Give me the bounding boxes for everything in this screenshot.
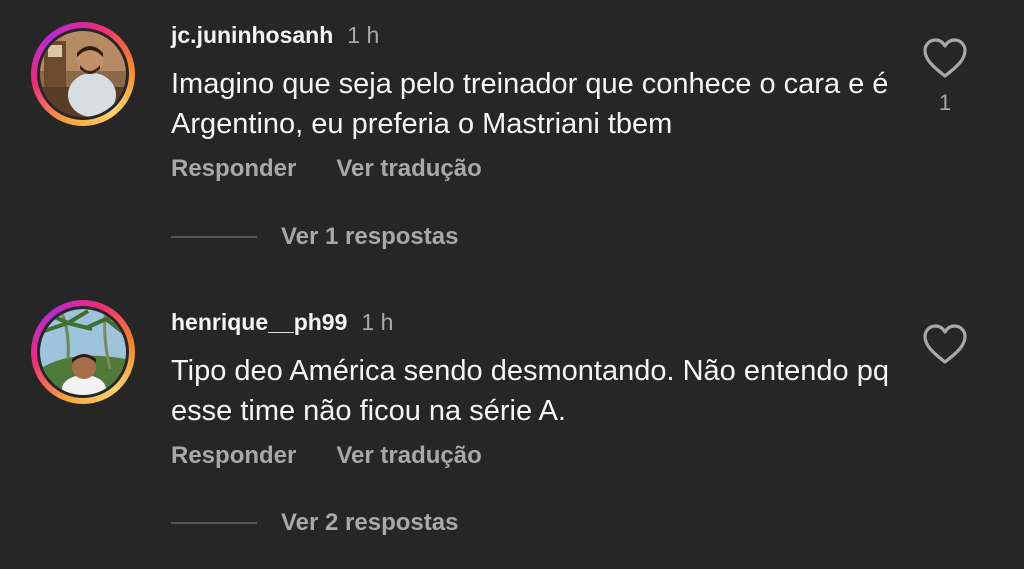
avatar-story-ring[interactable] bbox=[31, 300, 135, 404]
comment-actions: Responder Ver tradução bbox=[171, 442, 482, 470]
comment-text: Imagino que seja pelo treinador que conh… bbox=[171, 68, 889, 140]
comment-time: 1 h bbox=[361, 309, 394, 335]
avatar bbox=[40, 31, 126, 117]
username-text[interactable]: jc.juninhosanh bbox=[171, 22, 333, 48]
avatar bbox=[40, 309, 126, 395]
see-translation-button[interactable]: Ver tradução bbox=[336, 155, 481, 182]
comment-text: Tipo deo América sendo desmontando. Não … bbox=[171, 355, 889, 427]
view-replies-label[interactable]: Ver 2 respostas bbox=[281, 509, 458, 537]
heart-icon[interactable] bbox=[922, 37, 968, 79]
comment-item: henrique__ph99 1 h Tipo deo América sendo… bbox=[0, 288, 1024, 569]
see-translation-button[interactable]: Ver tradução bbox=[336, 442, 481, 469]
avatar-photo bbox=[40, 309, 126, 395]
comment-item: jc.juninhosanh 1 h Imagino que seja pelo … bbox=[0, 0, 1024, 280]
avatar-ring-gap bbox=[37, 306, 129, 398]
heart-icon[interactable] bbox=[922, 323, 968, 365]
replies-divider bbox=[171, 522, 257, 524]
avatar-ring-gap bbox=[37, 28, 129, 120]
username-text[interactable]: henrique__ph99 bbox=[171, 309, 347, 335]
like-count: 1 bbox=[938, 90, 952, 115]
view-replies-label[interactable]: Ver 1 respostas bbox=[281, 223, 458, 251]
view-replies-button[interactable]: Ver 1 respostas bbox=[171, 223, 458, 251]
avatar-photo bbox=[40, 31, 126, 117]
reply-button[interactable]: Responder bbox=[171, 442, 296, 469]
comment-username[interactable]: jc.juninhosanh 1 h bbox=[171, 22, 379, 49]
replies-divider bbox=[171, 236, 257, 238]
comment-time: 1 h bbox=[347, 22, 380, 48]
comment-username[interactable]: henrique__ph99 1 h bbox=[171, 309, 393, 336]
comment-actions: Responder Ver tradução bbox=[171, 155, 482, 183]
avatar-story-ring[interactable] bbox=[31, 22, 135, 126]
reply-button[interactable]: Responder bbox=[171, 155, 296, 182]
view-replies-button[interactable]: Ver 2 respostas bbox=[171, 509, 458, 537]
